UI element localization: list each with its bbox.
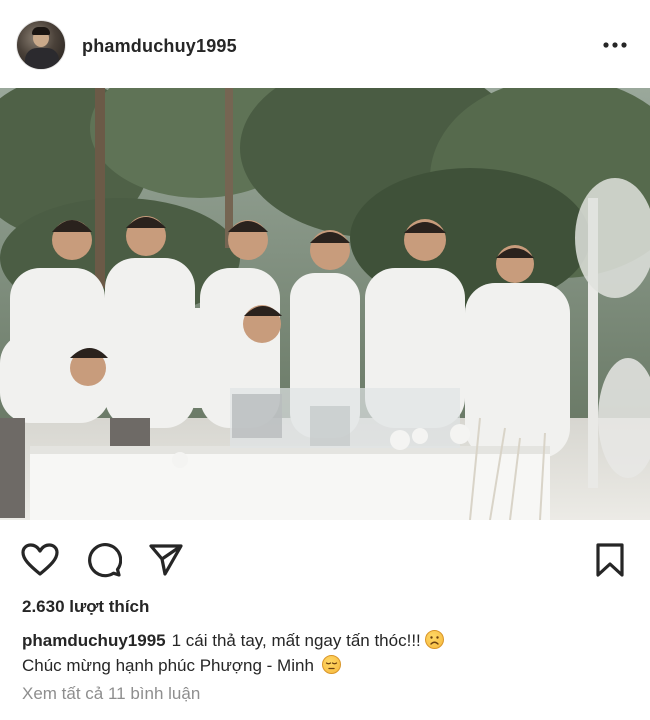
more-options-icon[interactable]: [600, 30, 630, 60]
bookmark-icon[interactable]: [590, 540, 630, 580]
frowning-face-emoji-icon: [424, 630, 444, 649]
view-all-comments-link[interactable]: Xem tất cả 11 bình luận: [22, 684, 200, 704]
caption-line-1: 1 cái thả tay, mất ngay tấn thóc!!!: [171, 631, 421, 650]
post-username[interactable]: phamduchuy1995: [82, 36, 237, 57]
post-photo[interactable]: [0, 88, 650, 520]
send-icon[interactable]: [146, 540, 186, 580]
relieved-face-emoji-icon: [321, 655, 341, 674]
post-actions-bar: [0, 520, 650, 596]
likes-count[interactable]: 2.630 lượt thích: [22, 597, 149, 617]
post-header: phamduchuy1995: [0, 0, 650, 90]
caption-username[interactable]: phamduchuy1995: [22, 631, 166, 650]
user-avatar[interactable]: [16, 20, 66, 70]
caption-line-2: Chúc mừng hạnh phúc Phượng - Minh: [22, 656, 314, 675]
comment-icon[interactable]: [84, 540, 124, 580]
post-caption: phamduchuy1995 1 cái thả tay, mất ngay tấ…: [22, 628, 632, 678]
heart-icon[interactable]: [20, 540, 60, 580]
